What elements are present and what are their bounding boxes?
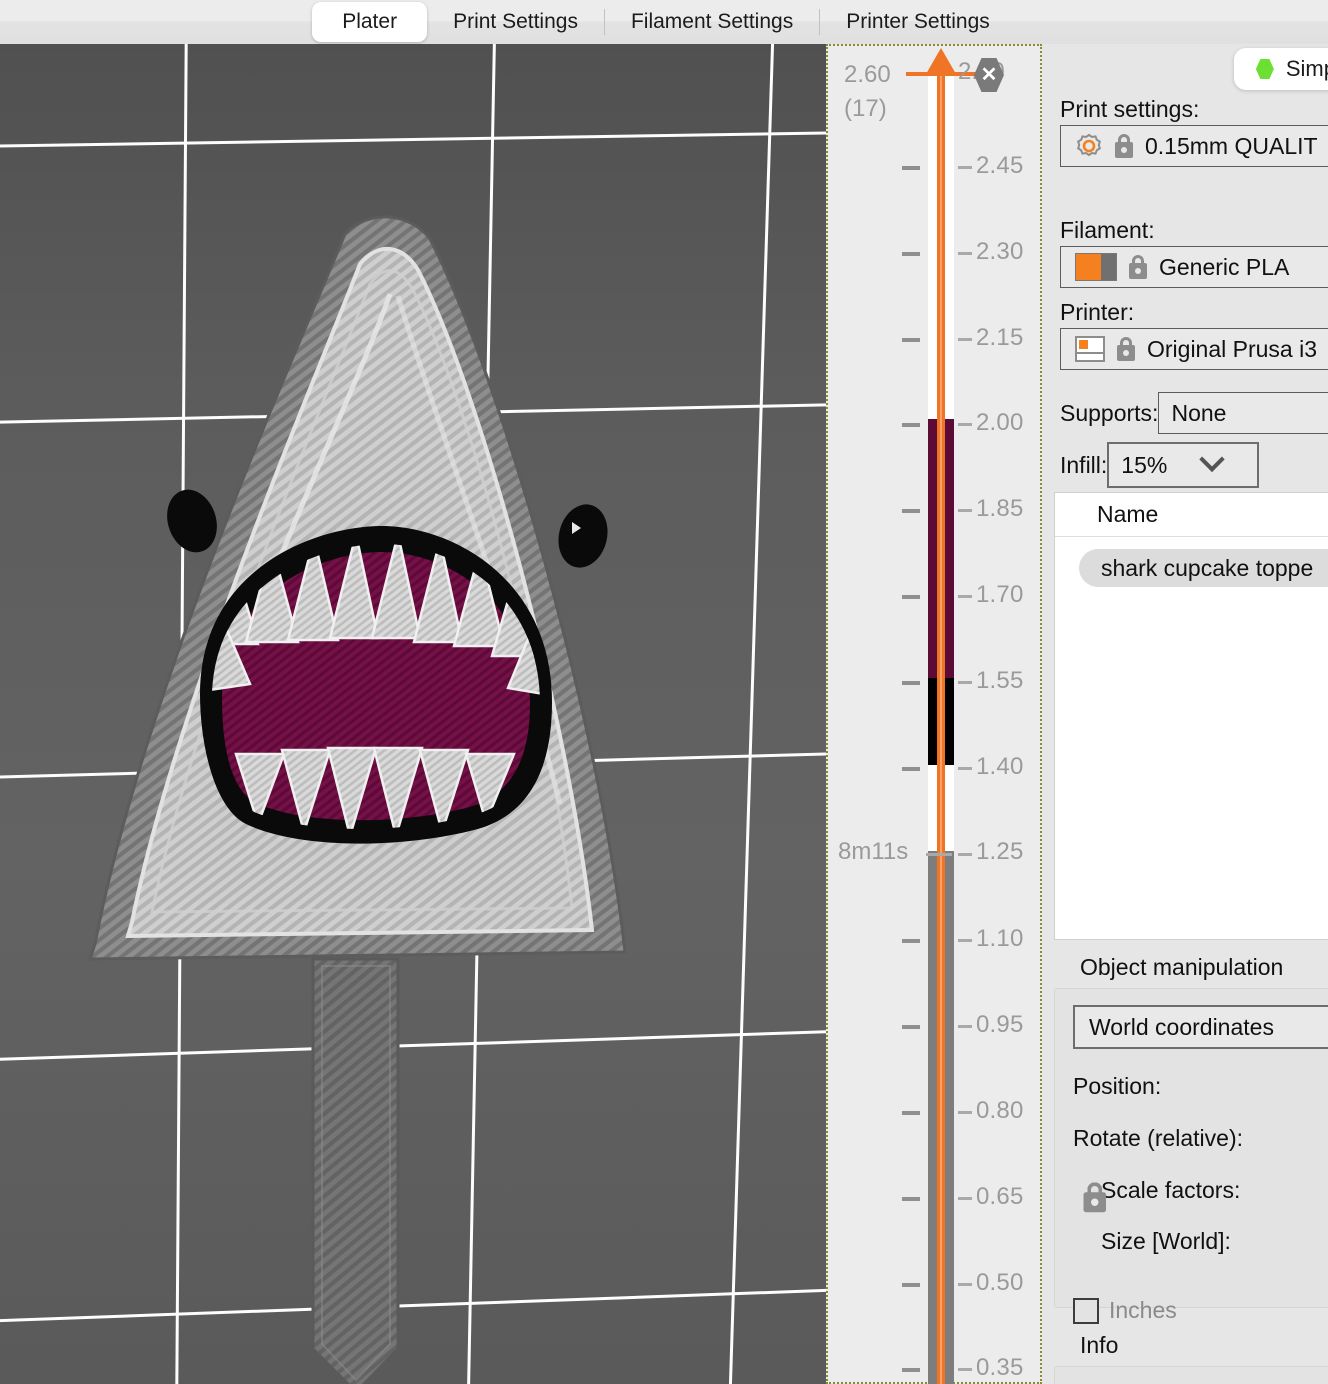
print-settings-combo[interactable]: 0.15mm QUALIT (1060, 125, 1328, 167)
printer-value: Original Prusa i3 (1147, 335, 1318, 362)
scale-factors-label: Scale factors: (1101, 1177, 1241, 1203)
lock-icon[interactable] (1081, 1181, 1109, 1215)
layer-position-line (937, 74, 945, 1384)
infill-select[interactable]: 15% (1107, 442, 1260, 488)
layer-tick-label: 1.55 (976, 667, 1024, 694)
info-panel: Size: 30.00 x 54.55 Facets: 3940 (1 shel… (1054, 1366, 1328, 1384)
mode-toggle-button[interactable]: Simp (1233, 48, 1328, 90)
layer-tick-label: 2.00 (976, 409, 1024, 436)
tab-list: Plater Print Settings Filament Settings … (312, 0, 1016, 44)
printer-icon (1075, 336, 1105, 362)
lock-icon[interactable] (1113, 133, 1135, 159)
coordinate-mode-select[interactable]: World coordinates (1073, 1005, 1328, 1049)
layer-slider-panel[interactable]: 2.60 (17) 2.60 ✕ 2.45 2.30 2.15 2.00 1.8… (826, 44, 1042, 1384)
filament-combo[interactable]: Generic PLA (1060, 246, 1328, 288)
tab-printer-settings[interactable]: Printer Settings (820, 2, 1016, 42)
coordinate-mode-value: World coordinates (1089, 1013, 1274, 1040)
3d-viewport[interactable] (0, 44, 826, 1384)
layer-tick-label: 2.30 (976, 238, 1024, 265)
lock-icon[interactable] (1127, 254, 1149, 280)
layer-tick-label: 0.80 (976, 1097, 1024, 1124)
infill-label: Infill: (1060, 451, 1108, 478)
filament-label: Filament: (1060, 217, 1155, 243)
chevron-down-icon (1199, 446, 1226, 473)
layer-slider-top-layer: (17) (844, 95, 887, 122)
printer-combo[interactable]: Original Prusa i3 (1060, 328, 1328, 370)
layer-slider-track[interactable]: 2.60 (17) 2.60 ✕ 2.45 2.30 2.15 2.00 1.8… (828, 46, 1040, 1384)
infill-row: Infill: 15% (1060, 442, 1260, 488)
layer-slider-top-value: 2.60 (844, 61, 891, 88)
mode-toggle-label: Simp (1285, 56, 1328, 81)
filament-color-swatch (1075, 253, 1117, 281)
tab-filament-settings[interactable]: Filament Settings (605, 2, 819, 42)
position-label: Position: (1073, 1073, 1162, 1099)
prusaslicer-window: Plater Print Settings Filament Settings … (0, 0, 1328, 1384)
info-title: Info (1080, 1332, 1119, 1358)
object-list-row[interactable]: shark cupcake toppe (1079, 549, 1328, 587)
layer-tick-label: 0.95 (976, 1011, 1024, 1038)
main-tab-bar: Plater Print Settings Filament Settings … (0, 0, 1328, 44)
inches-checkbox-row[interactable]: Inches (1073, 1297, 1328, 1324)
print-settings-group: Print settings: 0.15mm QUALIT (1042, 96, 1328, 167)
supports-select[interactable]: None (1158, 392, 1328, 434)
infill-value: 15% (1121, 451, 1168, 478)
layer-tick-label: 1.85 (976, 495, 1024, 522)
supports-label: Supports: (1060, 399, 1159, 426)
filament-value: Generic PLA (1159, 253, 1290, 280)
inches-checkbox[interactable] (1073, 1297, 1099, 1324)
green-hexagon-icon (1255, 59, 1274, 79)
print-settings-label: Print settings: (1060, 96, 1200, 122)
layer-tick-label: 2.45 (976, 152, 1024, 179)
layer-tick-label: 1.10 (976, 925, 1024, 952)
supports-row: Supports: None (1060, 392, 1328, 434)
rotate-label: Rotate (relative): (1073, 1125, 1244, 1151)
layer-slider-top-readout: 2.60 (17) (844, 58, 891, 126)
layer-handle-arrow[interactable] (926, 48, 956, 74)
printer-group: Printer: Original Prusa i3 (1042, 299, 1328, 370)
print-settings-value: 0.15mm QUALIT (1145, 132, 1318, 159)
layer-tick-label: 0.65 (976, 1183, 1024, 1210)
printer-label: Printer: (1060, 299, 1135, 325)
layer-tick-label: 1.70 (976, 581, 1024, 608)
object-list[interactable]: Name shark cupcake toppe (1054, 492, 1328, 940)
layer-tick-label: 1.25 (976, 838, 1024, 865)
tab-print-settings[interactable]: Print Settings (427, 2, 604, 42)
lock-icon[interactable] (1115, 336, 1137, 362)
estimated-time-label: 8m11s (838, 838, 909, 865)
layer-tick-label: 1.40 (976, 753, 1024, 780)
object-list-column-name: Name (1055, 493, 1328, 537)
object-manipulation-panel: World coordinates Position: Rotate (rela… (1054, 988, 1328, 1324)
layer-tick-label: 2.15 (976, 324, 1024, 351)
right-sidebar: Simp Print settings: 0.15mm QUALIT Filam… (1042, 44, 1328, 1384)
object-manipulation-title: Object manipulation (1080, 954, 1284, 980)
size-world-label: Size [World]: (1101, 1228, 1231, 1254)
tab-plater[interactable]: Plater (312, 2, 428, 42)
layer-tick-label: 0.35 (976, 1354, 1024, 1381)
model-stick (311, 957, 400, 1384)
layer-tick-label: 0.50 (976, 1269, 1024, 1296)
inches-label: Inches (1109, 1297, 1177, 1323)
gear-icon (1075, 132, 1103, 160)
filament-group: Filament: Generic PLA (1042, 217, 1328, 288)
model-shark-cupcake-topper[interactable] (0, 44, 826, 1384)
